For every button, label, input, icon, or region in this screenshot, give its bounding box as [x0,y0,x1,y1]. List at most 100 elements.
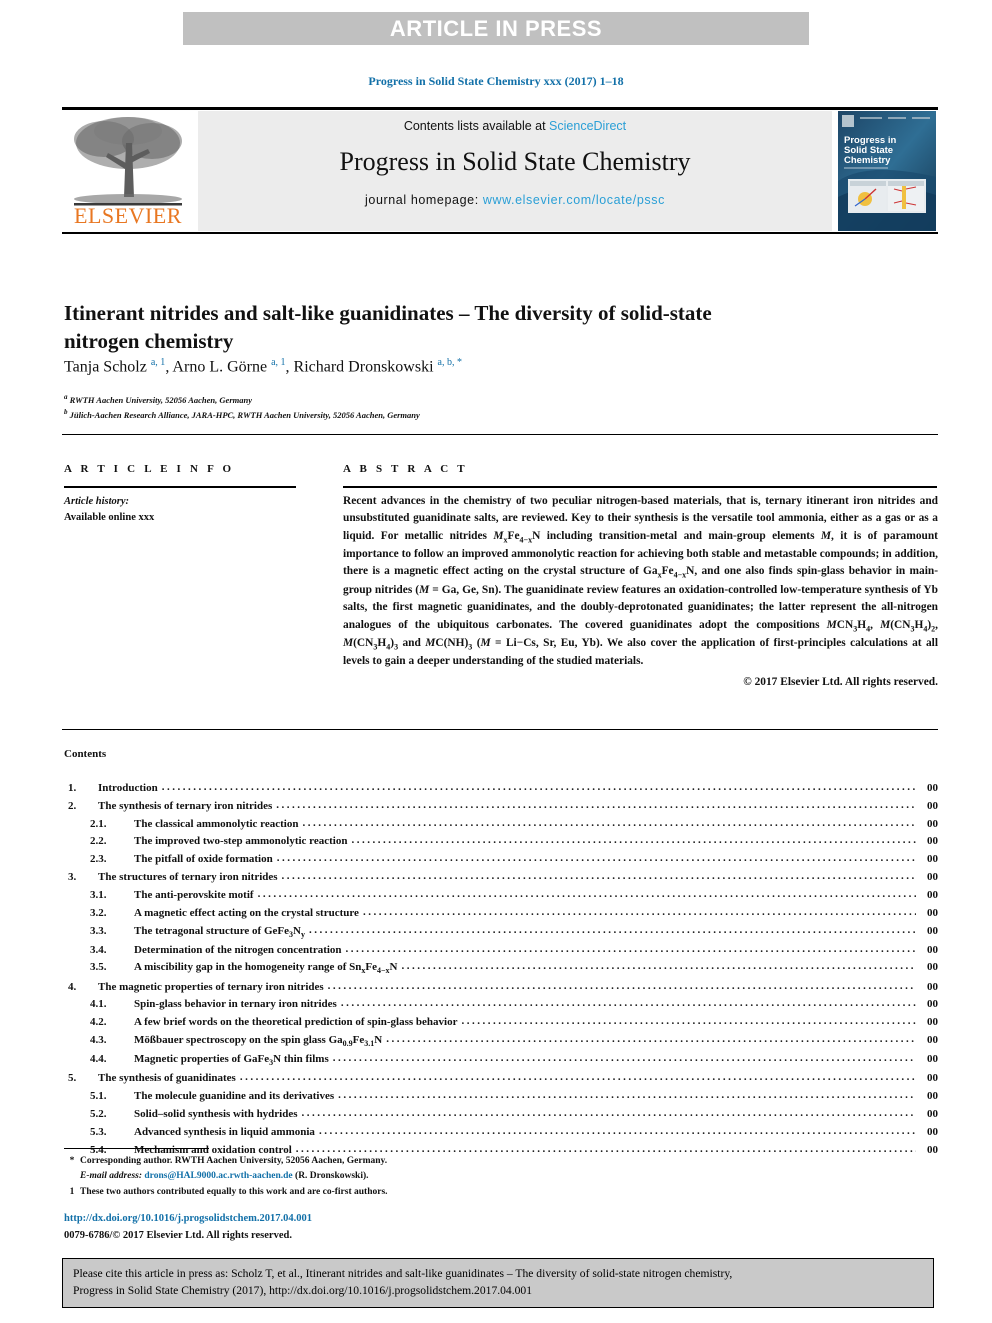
toc-leader-dots: ........................................… [276,798,916,811]
abstract-heading: A B S T R A C T [343,463,468,475]
footnote-corresponding: * Corresponding author. RWTH Aachen Univ… [64,1154,564,1169]
toc-entry[interactable]: 2.3. The pitfall of oxide formation......… [64,851,938,869]
sciencedirect-link[interactable]: ScienceDirect [549,119,626,133]
contents-lists-line: Contents lists available at ScienceDirec… [198,119,832,133]
toc-entry-page: 00 [927,1053,938,1066]
toc-entry-page: 00 [927,943,938,956]
toc-entry[interactable]: 4. The magnetic properties of ternary iro… [64,979,938,997]
toc-leader-dots: ........................................… [461,1015,916,1028]
article-history-value: Available online xxx [64,511,155,523]
journal-header: ELSEVIER Contents lists available at Sci… [62,107,938,234]
toc-entry-page: 00 [927,1107,938,1120]
affiliation-b-mark: b [64,408,68,416]
toc-entry[interactable]: 5. The synthesis of guanidinates.........… [64,1070,938,1088]
email-address-link[interactable]: drons@HAL9000.ac.rwth-aachen.de [144,1171,292,1181]
toc-entry-page: 00 [927,1090,938,1103]
toc-entry-number: 3.3. [90,924,107,937]
toc-entry-page: 00 [927,1125,938,1138]
journal-homepage-label: journal homepage: [365,193,483,207]
toc-entry-label: Spin-glass behavior in ternary iron nitr… [134,998,337,1011]
article-in-press-banner: ARTICLE IN PRESS [183,12,809,45]
toc-entry-page: 00 [927,998,938,1011]
toc-leader-dots: ........................................… [386,1033,916,1046]
svg-text:Chemistry: Chemistry [844,155,891,166]
running-head: Progress in Solid State Chemistry xxx (2… [368,74,624,88]
toc-leader-dots: ........................................… [276,852,916,865]
journal-center-band: Contents lists available at ScienceDirec… [198,111,832,231]
footnote-email-row: E-mail address: drons@HAL9000.ac.rwth-aa… [64,1169,564,1184]
citation-line-2: Progress in Solid State Chemistry (2017)… [73,1284,533,1298]
toc-entry-number: 4.2. [90,1016,107,1029]
toc-leader-dots: ........................................… [345,942,916,955]
toc-entry[interactable]: 5.1. The molecule guanidine and its deriv… [64,1088,938,1106]
toc-entry[interactable]: 5.2. Solid–solid synthesis with hydrides.… [64,1106,938,1124]
toc-leader-dots: ........................................… [351,834,916,847]
toc-entry-label: The pitfall of oxide formation [134,853,273,866]
toc-entry-label: Mößbauer spectroscopy on the spin glass … [134,1034,383,1049]
toc-entry-label: Introduction [98,782,158,794]
affiliation-b-text: Jülich-Aachen Research Alliance, JARA-HP… [69,409,420,420]
toc-entry[interactable]: 1. Introduction..........................… [64,780,938,798]
toc-entry-label: The synthesis of ternary iron nitrides [98,799,273,812]
toc-entry-label: The synthesis of guanidinates [98,1072,236,1085]
header-rule-bottom [62,232,938,234]
toc-entry[interactable]: 4.2. A few brief words on the theoretical… [64,1014,938,1032]
toc-entry-page: 00 [927,782,938,794]
cover-art-icon: Progress in Solid State Chemistry [838,111,936,231]
toc-entry[interactable]: 2.2. The improved two-step ammonolytic re… [64,833,938,851]
abstract-block: Recent advances in the chemistry of two … [343,493,938,691]
email-address-suffix: (R. Dronskowski). [295,1171,369,1182]
issn-copyright-line: 0079-6786/© 2017 Elsevier Ltd. All right… [64,1229,292,1241]
toc-leader-dots: ........................................… [281,870,916,883]
toc-entry-page: 00 [927,799,938,812]
toc-leader-dots: ........................................… [340,997,916,1010]
article-in-press-label: ARTICLE IN PRESS [389,15,603,41]
toc-entry[interactable]: 3.3. The tetragonal structure of GeFe3Ny.… [64,923,938,942]
toc-entry[interactable]: 4.1. Spin-glass behavior in ternary iron … [64,996,938,1014]
toc-entry[interactable]: 2.1. The classical ammonolytic reaction..… [64,816,938,834]
toc-entry-page: 00 [927,1143,938,1156]
affiliation-a-text: RWTH Aachen University, 52056 Aachen, Ge… [69,394,252,405]
rule-below-affiliations [62,434,938,435]
affiliations: a RWTH Aachen University, 52056 Aachen, … [64,392,884,422]
footnote-corresponding-mark: * [69,1156,75,1166]
toc-entry-label: Solid–solid synthesis with hydrides [134,1107,298,1120]
article-history-label: Article history: [64,496,130,507]
toc-entry[interactable]: 3.1. The anti-perovskite motif...........… [64,887,938,905]
toc-entry-label: The structures of ternary iron nitrides [98,871,278,884]
toc-entry-number: 4.3. [90,1034,107,1047]
toc-entry[interactable]: 5.3. Advanced synthesis in liquid ammonia… [64,1124,938,1142]
article-info-heading: A R T I C L E I N F O [64,463,235,475]
toc-entry-number: 3. [68,871,77,884]
journal-homepage-link[interactable]: www.elsevier.com/locate/pssc [483,193,665,207]
toc-entry-number: 3.5. [90,961,107,974]
footnotes: * Corresponding author. RWTH Aachen Univ… [64,1154,564,1200]
citation-line-1: Please cite this article in press as: Sc… [73,1267,733,1280]
toc-entry-number: 4.1. [90,998,107,1011]
toc-entry-page: 00 [927,1016,938,1029]
abstract-rule [343,486,937,488]
toc-leader-dots: ........................................… [301,1106,916,1119]
toc-entry[interactable]: 3.5. A miscibility gap in the homogeneity… [64,959,938,978]
toc-entry[interactable]: 4.4. Magnetic properties of GaFe3N thin f… [64,1051,938,1070]
toc-entry[interactable]: 3. The structures of ternary iron nitride… [64,869,938,887]
toc-leader-dots: ........................................… [257,887,916,900]
footnote-equal-text: These two authors contributed equally to… [80,1186,388,1197]
contents-lists-prefix: Contents lists available at [403,119,550,133]
toc-entry-number: 2.2. [90,835,107,848]
toc-entry-page: 00 [927,906,938,919]
toc-entry[interactable]: 3.2. A magnetic effect acting on the crys… [64,905,938,923]
toc-entry-number: 5.2. [90,1107,107,1120]
toc-leader-dots: ........................................… [362,905,916,918]
toc-entry-number: 5.1. [90,1090,107,1103]
toc-entry-label: The tetragonal structure of GeFe3Ny [134,924,305,939]
toc-entry-page: 00 [927,1034,938,1047]
elsevier-wordmark: ELSEVIER [74,203,182,228]
doi-link[interactable]: http://dx.doi.org/10.1016/j.progsolidstc… [64,1211,312,1228]
abstract-body: Recent advances in the chemistry of two … [343,495,938,668]
toc-entry-page: 00 [927,817,938,830]
toc-entry[interactable]: 4.3. Mößbauer spectroscopy on the spin gl… [64,1032,938,1051]
toc-entry[interactable]: 3.4. Determination of the nitrogen concen… [64,942,938,960]
toc-entry-page: 00 [927,853,938,866]
toc-entry[interactable]: 2. The synthesis of ternary iron nitrides… [64,798,938,816]
